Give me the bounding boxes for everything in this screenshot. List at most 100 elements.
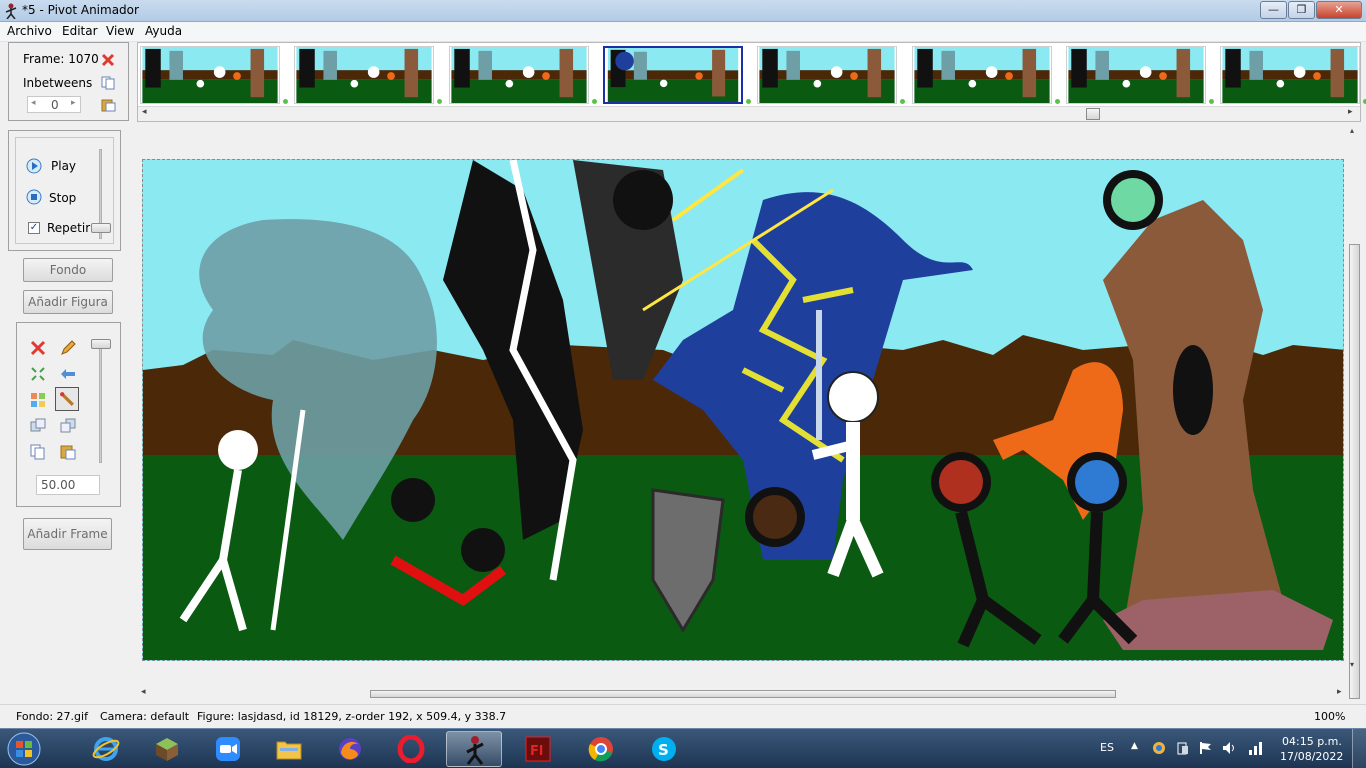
stepper-left-icon[interactable]: ◂	[31, 98, 36, 108]
speed-slider-thumb[interactable]	[91, 223, 111, 233]
paste-frame-icon[interactable]	[101, 98, 117, 112]
stage-vertical-thumb[interactable]	[1349, 244, 1360, 699]
tray-app-icon[interactable]	[1152, 741, 1166, 755]
inbetweens-label: Inbetweens	[23, 76, 93, 90]
layer-front-icon[interactable]	[60, 418, 76, 434]
window-title: *5 - Pivot Animador	[22, 3, 139, 17]
svg-text:Fl: Fl	[530, 744, 543, 759]
menu-view[interactable]: View	[106, 24, 134, 38]
hscroll-left-icon[interactable]: ◂	[141, 687, 146, 697]
frame-thumbnail[interactable]	[294, 46, 435, 104]
menu-editar[interactable]: Editar	[62, 24, 98, 38]
copy-figure-icon[interactable]	[30, 444, 46, 460]
hscroll-right-icon[interactable]: ▸	[1337, 687, 1342, 697]
frame-marker-dot	[900, 99, 906, 104]
action-center-flag-icon[interactable]	[1199, 741, 1213, 755]
stage-vertical-scrollbar[interactable]: ▴ ▾	[1348, 124, 1361, 700]
background-button[interactable]: Fondo	[23, 258, 113, 282]
scroll-up-icon[interactable]: ▴	[1350, 126, 1354, 135]
frame-thumbnail[interactable]	[1065, 46, 1206, 104]
frame-thumbnail[interactable]	[911, 46, 1052, 104]
language-indicator[interactable]: ES	[1100, 741, 1114, 754]
frame-marker-dot	[437, 99, 443, 104]
layer-back-icon[interactable]	[30, 418, 46, 434]
opera-taskbar-button[interactable]	[383, 731, 439, 767]
menu-ayuda[interactable]: Ayuda	[145, 24, 182, 38]
frame-thumbnail[interactable]	[140, 46, 280, 104]
frame-marker-dot	[1208, 99, 1214, 104]
folder-icon	[276, 741, 302, 760]
strip-scroll-thumb[interactable]	[1086, 108, 1100, 120]
minecraft-taskbar-button[interactable]	[139, 731, 195, 767]
figure-scale-thumb[interactable]	[91, 339, 111, 349]
internet-explorer-taskbar-button[interactable]	[78, 731, 134, 767]
status-camera: Camera: default	[100, 710, 190, 723]
frame-thumbnail-preview	[1222, 47, 1358, 103]
clock-date[interactable]: 17/08/2022	[1280, 750, 1343, 763]
close-button[interactable]: ✕	[1316, 1, 1362, 19]
devices-icon[interactable]	[1176, 741, 1190, 755]
frame-marker-dot	[591, 99, 597, 104]
frame-thumbnail-preview	[142, 47, 278, 103]
center-figure-icon[interactable]	[30, 366, 46, 382]
strip-scroll-right-icon[interactable]: ▸	[1348, 107, 1353, 117]
delete-frame-icon[interactable]	[101, 53, 115, 67]
stage-horizontal-thumb[interactable]	[370, 690, 1116, 698]
frame-panel: Frame: 1070 Inbetweens ◂ 0 ▸	[8, 42, 129, 121]
add-figure-button[interactable]: Añadir Figura	[23, 290, 113, 314]
copy-frame-icon[interactable]	[101, 76, 115, 90]
taskbar: Fl S ES ▲ 04:15 p.m. 17/08/2022	[0, 728, 1366, 768]
file-explorer-taskbar-button[interactable]	[261, 731, 317, 767]
strip-scrollbar[interactable]: ◂ ▸	[138, 106, 1360, 121]
skype-taskbar-button[interactable]: S	[636, 731, 692, 767]
firefox-taskbar-button[interactable]	[322, 731, 378, 767]
network-icon[interactable]	[1247, 740, 1263, 756]
figure-scale-track[interactable]	[99, 341, 102, 463]
figure-tools-panel: 50.00	[16, 322, 121, 507]
color-figure-icon[interactable]	[30, 392, 46, 408]
clock-time[interactable]: 04:15 p.m.	[1282, 735, 1342, 748]
menu-bar: Archivo Editar View Ayuda	[0, 22, 1366, 42]
inbetweens-stepper[interactable]: ◂ 0 ▸	[27, 96, 81, 113]
figure-scale-field[interactable]: 50.00	[36, 475, 100, 495]
skype-icon: S	[652, 737, 676, 761]
start-orb-icon[interactable]	[4, 731, 44, 767]
scroll-down-icon[interactable]: ▾	[1350, 660, 1354, 669]
stop-icon[interactable]	[26, 189, 42, 205]
animation-canvas[interactable]	[142, 159, 1344, 661]
frame-thumbnail[interactable]	[448, 46, 589, 104]
firefox-icon	[339, 738, 361, 760]
frame-thumbnail[interactable]	[602, 46, 743, 104]
opera-icon	[397, 735, 425, 763]
flash-taskbar-button[interactable]: Fl	[510, 731, 566, 767]
tray-expand-icon[interactable]: ▲	[1131, 741, 1138, 751]
stepper-right-icon[interactable]: ▸	[71, 98, 76, 108]
svg-text:S: S	[658, 741, 669, 759]
frame-thumbnail-preview	[1068, 47, 1204, 103]
play-icon[interactable]	[26, 158, 42, 174]
minimize-button[interactable]: —	[1260, 1, 1287, 19]
brush-tool-button[interactable]	[55, 387, 79, 411]
frame-thumbnail[interactable]	[757, 46, 898, 104]
edit-figure-icon[interactable]	[60, 340, 76, 356]
stop-button[interactable]: Stop	[49, 191, 76, 205]
repeat-checkbox[interactable]: ✓	[28, 222, 40, 234]
pivot-animator-taskbar-button[interactable]	[446, 731, 502, 767]
delete-figure-icon[interactable]	[30, 340, 46, 356]
flip-figure-icon[interactable]	[60, 366, 76, 382]
frame-thumbnail[interactable]	[1220, 46, 1361, 104]
maximize-button[interactable]: ❐	[1288, 1, 1315, 19]
stage-horizontal-scrollbar[interactable]: ◂ ▸	[137, 687, 1348, 700]
chrome-taskbar-button[interactable]	[573, 731, 629, 767]
add-frame-button[interactable]: Añadir Frame	[23, 518, 112, 550]
zoom-taskbar-button[interactable]	[200, 731, 256, 767]
strip-scroll-left-icon[interactable]: ◂	[142, 107, 147, 117]
menu-archivo[interactable]: Archivo	[7, 24, 52, 38]
play-button[interactable]: Play	[51, 159, 76, 173]
show-desktop-button[interactable]	[1352, 729, 1366, 768]
minecraft-icon	[156, 738, 178, 761]
repeat-label: Repetir	[47, 221, 91, 235]
paste-figure-icon[interactable]	[60, 444, 76, 460]
frame-thumbnail-preview	[759, 47, 895, 103]
volume-icon[interactable]	[1222, 741, 1238, 755]
